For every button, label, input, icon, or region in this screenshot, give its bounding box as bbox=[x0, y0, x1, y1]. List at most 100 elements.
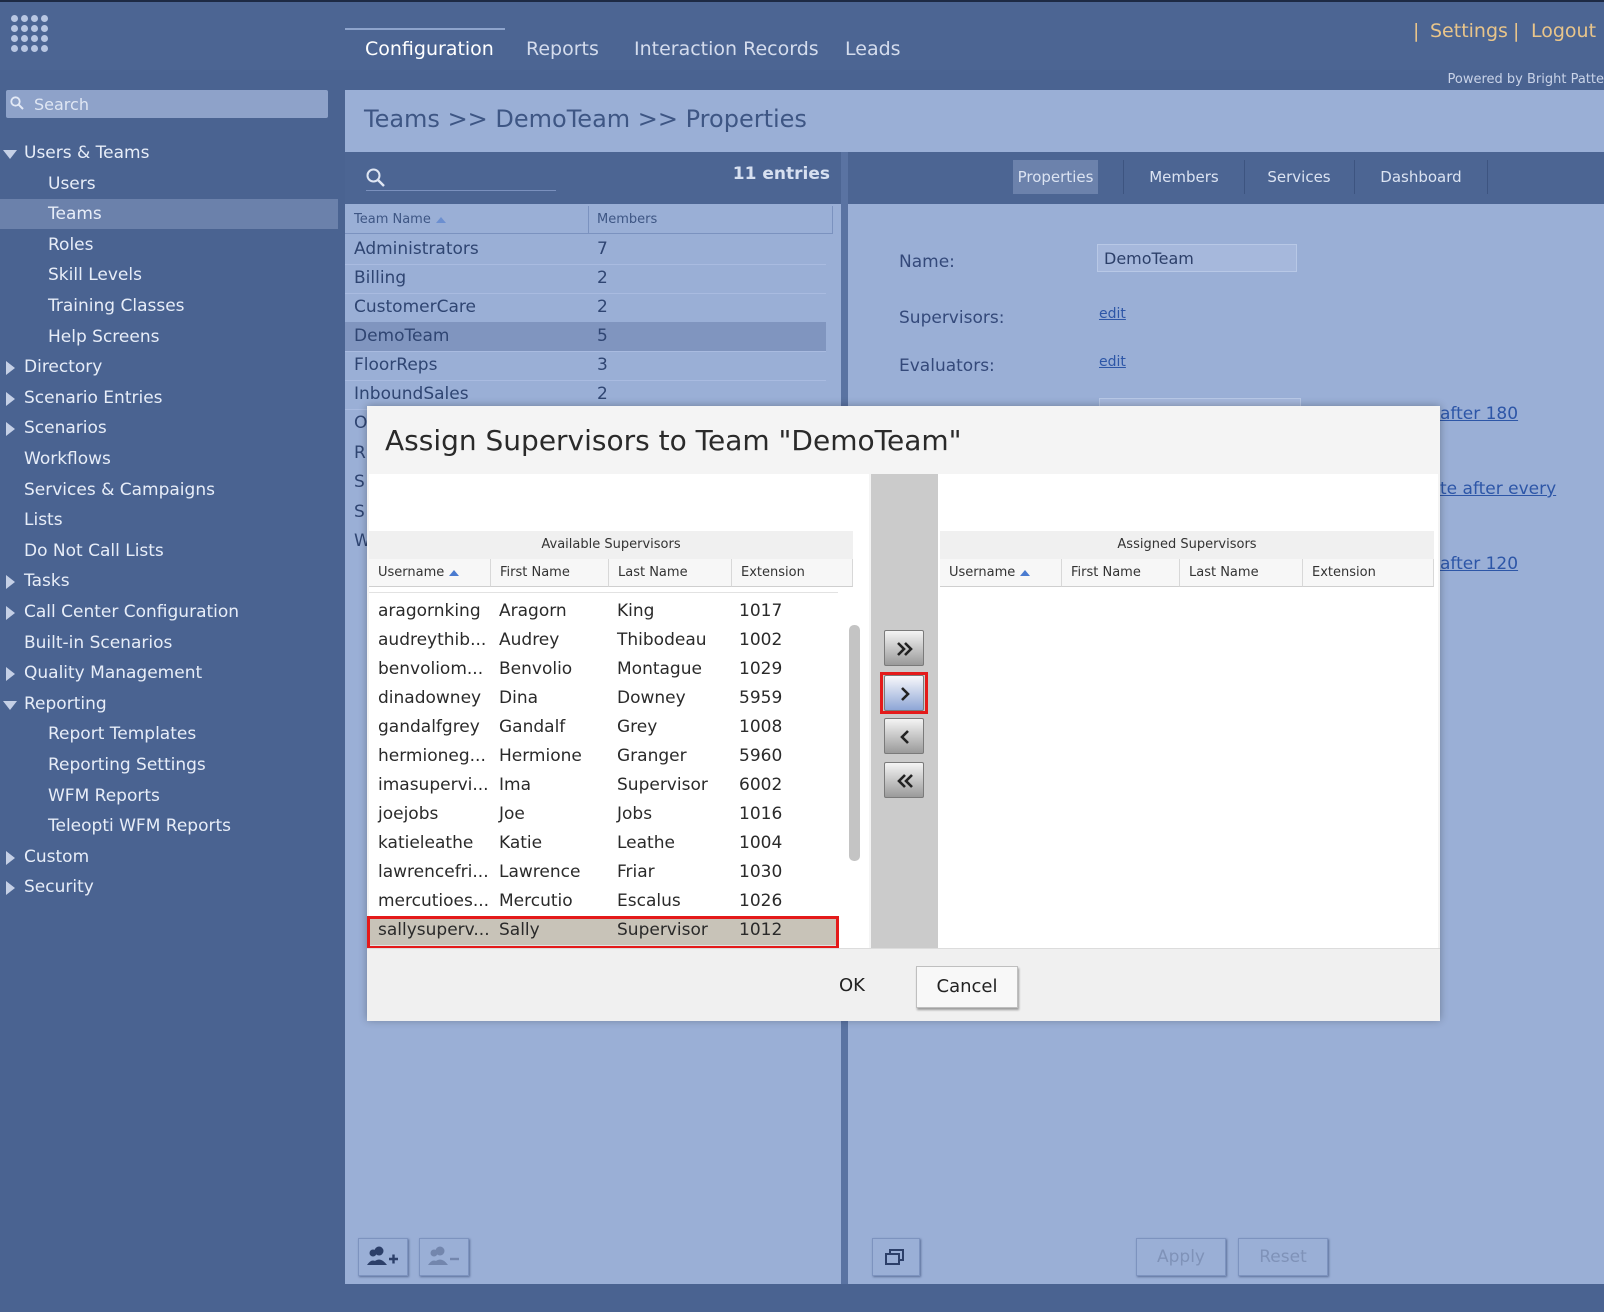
remove-team-button[interactable] bbox=[419, 1238, 469, 1276]
logout-link[interactable]: Logout bbox=[1531, 20, 1596, 42]
supervisor-row[interactable]: aragornking Aragorn King 1017 bbox=[369, 597, 838, 627]
supervisor-row[interactable]: lawrencefri... Lawrence Friar 1030 bbox=[369, 858, 838, 888]
column-header-extension[interactable]: Extension bbox=[1303, 559, 1434, 587]
powered-by-text: Powered by Bright Patte bbox=[1447, 72, 1604, 87]
app-grid-icon[interactable] bbox=[10, 14, 52, 56]
sidebar-item-users-teams[interactable]: Users & Teams bbox=[0, 138, 338, 168]
sidebar-item-roles[interactable]: Roles bbox=[0, 230, 338, 260]
add-team-button[interactable] bbox=[358, 1238, 408, 1276]
sidebar-item-reporting-settings[interactable]: Reporting Settings bbox=[0, 750, 338, 780]
sidebar-item-built-in-scenarios[interactable]: Built-in Scenarios bbox=[0, 628, 338, 658]
table-row[interactable]: Billing 2 bbox=[345, 264, 826, 294]
supervisor-row[interactable]: benvoliom... Benvolio Montague 1029 bbox=[369, 655, 838, 685]
caret-right-icon[interactable] bbox=[6, 851, 15, 865]
sidebar-item-tasks[interactable]: Tasks bbox=[0, 566, 338, 596]
sidebar-item-teleopti-wfm-reports[interactable]: Teleopti WFM Reports bbox=[0, 811, 338, 841]
sidebar-item-scenario-entries[interactable]: Scenario Entries bbox=[0, 383, 338, 413]
column-header-last-name[interactable]: Last Name bbox=[1180, 559, 1303, 587]
caret-right-icon[interactable] bbox=[6, 667, 15, 681]
supervisor-row[interactable]: mercutioes... Mercutio Escalus 1026 bbox=[369, 887, 838, 917]
settings-link[interactable]: Settings bbox=[1430, 20, 1508, 42]
team-search-input[interactable] bbox=[366, 190, 556, 191]
table-row[interactable]: DemoTeam 5 bbox=[345, 322, 826, 352]
tab-configuration[interactable]: Configuration bbox=[365, 38, 494, 60]
column-header-username[interactable]: Username bbox=[940, 559, 1062, 587]
move-all-left-button[interactable] bbox=[884, 762, 924, 798]
table-row[interactable]: CustomerCare 2 bbox=[345, 293, 826, 323]
sidebar-item-scenarios[interactable]: Scenarios bbox=[0, 413, 338, 443]
sidebar-item-users[interactable]: Users bbox=[0, 169, 338, 199]
column-header-last-name[interactable]: Last Name bbox=[609, 559, 732, 587]
tab-members[interactable]: Members bbox=[1123, 160, 1245, 194]
column-header-first-name[interactable]: First Name bbox=[491, 559, 609, 587]
supervisor-row[interactable]: dinadowney Dina Downey 5959 bbox=[369, 684, 838, 714]
supervisor-row[interactable]: hermioneg... Hermione Granger 5960 bbox=[369, 742, 838, 772]
search-icon[interactable] bbox=[366, 168, 385, 187]
ok-button[interactable]: OK bbox=[822, 966, 882, 1006]
supervisor-first-cell: Hermione bbox=[499, 746, 582, 766]
reset-button[interactable]: Reset bbox=[1238, 1238, 1328, 1276]
option-link[interactable]: after 120 bbox=[1440, 554, 1518, 574]
sidebar-item-label: Custom bbox=[24, 847, 90, 867]
sidebar-item-skill-levels[interactable]: Skill Levels bbox=[0, 260, 338, 290]
cancel-button[interactable]: Cancel bbox=[916, 966, 1018, 1008]
table-row[interactable]: FloorReps 3 bbox=[345, 351, 826, 381]
column-header-team-name[interactable]: Team Name bbox=[345, 206, 589, 234]
logo-dot bbox=[31, 25, 38, 32]
column-header-username[interactable]: Username bbox=[369, 559, 491, 587]
sidebar-item-do-not-call-lists[interactable]: Do Not Call Lists bbox=[0, 536, 338, 566]
team-name-input[interactable] bbox=[1097, 244, 1297, 272]
tab-reports[interactable]: Reports bbox=[526, 38, 599, 60]
column-header-members[interactable]: Members bbox=[589, 206, 833, 234]
table-row[interactable]: Administrators 7 bbox=[345, 235, 826, 265]
supervisor-last-cell: Jobs bbox=[617, 804, 653, 824]
supervisor-row[interactable]: imasupervi... Ima Supervisor 6002 bbox=[369, 771, 838, 801]
caret-right-icon[interactable] bbox=[6, 575, 15, 589]
supervisors-edit-link[interactable]: edit bbox=[1099, 306, 1126, 322]
sidebar-item-reporting[interactable]: Reporting bbox=[0, 689, 338, 719]
sidebar-item-help-screens[interactable]: Help Screens bbox=[0, 322, 338, 352]
sidebar-item-quality-management[interactable]: Quality Management bbox=[0, 658, 338, 688]
nav-separator: | bbox=[1413, 20, 1420, 42]
supervisor-row[interactable]: joejobs Joe Jobs 1016 bbox=[369, 800, 838, 830]
tab-leads[interactable]: Leads bbox=[845, 38, 901, 60]
supervisor-row[interactable]: gandalfgrey Gandalf Grey 1008 bbox=[369, 713, 838, 743]
supervisor-row[interactable]: audreythib... Audrey Thibodeau 1002 bbox=[369, 626, 838, 656]
apply-button[interactable]: Apply bbox=[1136, 1238, 1226, 1276]
move-left-button[interactable] bbox=[884, 718, 924, 754]
scrollbar-thumb[interactable] bbox=[849, 625, 860, 861]
sidebar-item-workflows[interactable]: Workflows bbox=[0, 444, 338, 474]
sidebar-item-directory[interactable]: Directory bbox=[0, 352, 338, 382]
column-header-first-name[interactable]: First Name bbox=[1062, 559, 1180, 587]
sidebar-item-lists[interactable]: Lists bbox=[0, 505, 338, 535]
supervisor-row[interactable]: katieleathe Katie Leathe 1004 bbox=[369, 829, 838, 859]
column-header-extension[interactable]: Extension bbox=[732, 559, 853, 587]
sidebar-item-services-campaigns[interactable]: Services & Campaigns bbox=[0, 475, 338, 505]
supervisor-username-cell: dinadowney bbox=[378, 688, 482, 708]
sidebar-item-training-classes[interactable]: Training Classes bbox=[0, 291, 338, 321]
caret-right-icon[interactable] bbox=[6, 606, 15, 620]
caret-right-icon[interactable] bbox=[6, 361, 15, 375]
option-link[interactable]: after 180 bbox=[1440, 404, 1518, 424]
supervisor-last-cell: Grey bbox=[617, 717, 658, 737]
sidebar-item-call-center-configuration[interactable]: Call Center Configuration bbox=[0, 597, 338, 627]
sidebar-search-input[interactable] bbox=[34, 90, 324, 118]
caret-down-icon[interactable] bbox=[3, 150, 17, 159]
sidebar-item-custom[interactable]: Custom bbox=[0, 842, 338, 872]
sidebar-item-teams[interactable]: Teams bbox=[0, 199, 338, 229]
tab-dashboard[interactable]: Dashboard bbox=[1355, 160, 1488, 194]
option-link[interactable]: te after every bbox=[1440, 479, 1556, 499]
caret-right-icon[interactable] bbox=[6, 422, 15, 436]
caret-right-icon[interactable] bbox=[6, 881, 15, 895]
sidebar-item-wfm-reports[interactable]: WFM Reports bbox=[0, 781, 338, 811]
tab-properties[interactable]: Properties bbox=[1013, 160, 1098, 194]
evaluators-edit-link[interactable]: edit bbox=[1099, 354, 1126, 370]
tab-services[interactable]: Services bbox=[1244, 160, 1355, 194]
move-all-right-button[interactable] bbox=[884, 630, 924, 666]
sidebar-item-report-templates[interactable]: Report Templates bbox=[0, 719, 338, 749]
popout-button[interactable] bbox=[872, 1238, 920, 1276]
sidebar-item-security[interactable]: Security bbox=[0, 872, 338, 902]
caret-right-icon[interactable] bbox=[6, 392, 15, 406]
tab-interaction-records[interactable]: Interaction Records bbox=[634, 38, 819, 60]
caret-down-icon[interactable] bbox=[3, 701, 17, 710]
